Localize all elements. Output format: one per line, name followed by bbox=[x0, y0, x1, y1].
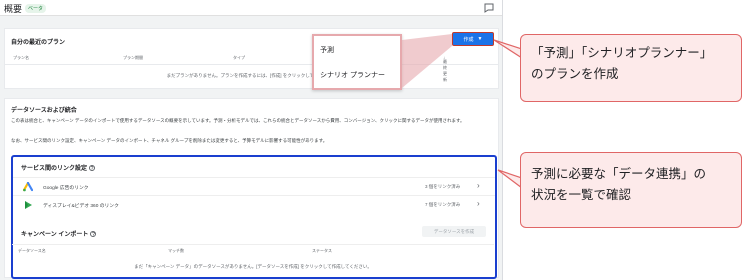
callout-data-line-2: 状況を一覧で確認 bbox=[531, 188, 632, 202]
menu-item-scenario-planner[interactable]: シナリオ プランナー bbox=[320, 70, 385, 80]
create-data-source-button[interactable]: データソースを作成 bbox=[422, 226, 486, 237]
data-sources-title: データソースおよび統合 bbox=[11, 108, 77, 114]
campaign-import-title: キャンペーン インポート? bbox=[21, 231, 97, 238]
feedback-icon[interactable] bbox=[483, 2, 495, 14]
display-video-360-icon bbox=[25, 201, 32, 209]
data-sources-description: この表は統合と、キャンペーン データのインポートで使用するデータソースの概要を示… bbox=[11, 118, 465, 123]
link-status: 7 個をリンク済み bbox=[425, 202, 461, 207]
help-icon[interactable]: ? bbox=[89, 165, 96, 172]
service-links-section: サービス間のリンク設定? Google 広告のリンク 3 個をリンク済み › デ… bbox=[11, 155, 497, 279]
link-name: ディスプレイ&ビデオ 360 のリンク bbox=[43, 204, 119, 209]
plans-table-header: プラン名 プラン期間 タイプ 予算の 最終更新 ↓ bbox=[5, 51, 498, 82]
create-plan-button[interactable]: 作成 ▼ bbox=[452, 32, 494, 46]
col-match-count: マッチ数 bbox=[168, 248, 184, 253]
google-ads-icon bbox=[23, 182, 33, 192]
recent-plans-card: 自分の最近のプラン プラン名 プラン期間 タイプ 予算の 最終更新 ↓ まだプラ… bbox=[4, 28, 499, 89]
plans-empty-message: まだプランがありません。プランを作成するには、[作成] をクリックしてください。 bbox=[166, 73, 337, 78]
caret-down-icon: ▼ bbox=[477, 36, 483, 42]
google-ads-link-row[interactable]: Google 広告のリンク 3 個をリンク済み › bbox=[13, 177, 495, 195]
col-last-updated[interactable]: 最終更新 ↓ bbox=[443, 55, 447, 82]
campaign-import-empty-message: まだ「キャンペーン データ」のデータソースがありません。[データソースを作成] … bbox=[134, 264, 372, 269]
callout-data-integration: 予測に必要な「データ連携」の 状況を一覧で確認 bbox=[520, 152, 742, 228]
page-title: 概要 bbox=[4, 4, 23, 14]
create-plan-menu: 予測 シナリオ プランナー bbox=[312, 34, 402, 90]
callout-create-plan: 「予測」「シナリオプランナー」 のプランを作成 bbox=[520, 34, 742, 102]
dv360-link-row[interactable]: ディスプレイ&ビデオ 360 のリンク 7 個をリンク済み › bbox=[13, 195, 495, 213]
service-links-title: サービス間のリンク設定? bbox=[21, 165, 96, 172]
col-data-source-name: データソース名 bbox=[18, 248, 46, 253]
menu-item-forecast[interactable]: 予測 bbox=[320, 45, 334, 55]
chevron-right-icon: › bbox=[477, 181, 480, 190]
campaign-import-table-header: データソース名 マッチ数 ステータス bbox=[12, 244, 494, 254]
link-status: 3 個をリンク済み bbox=[425, 184, 461, 189]
col-plan-period: プラン期間 bbox=[123, 55, 143, 60]
page-header: 概要 ベータ bbox=[0, 0, 502, 16]
callout-data-line-1: 予測に必要な「データ連携」の bbox=[531, 167, 707, 181]
chevron-right-icon: › bbox=[477, 199, 480, 208]
link-name: Google 広告のリンク bbox=[43, 186, 89, 191]
screenshot-panel: 概要 ベータ 自分の最近のプラン プラン名 プラン期間 タイプ 予算の 最終更新… bbox=[0, 0, 503, 280]
create-button-label: 作成 bbox=[463, 36, 474, 43]
col-plan-name: プラン名 bbox=[13, 55, 29, 60]
recent-plans-title: 自分の最近のプラン bbox=[11, 40, 66, 46]
col-type: タイプ bbox=[233, 55, 245, 60]
col-status: ステータス bbox=[312, 248, 332, 253]
help-icon[interactable]: ? bbox=[90, 231, 97, 238]
callout-plan-line-2: のプランを作成 bbox=[531, 67, 619, 81]
beta-badge: ベータ bbox=[25, 4, 47, 13]
data-sources-note: なお、サービス間のリンク設定、キャンペーン データのインポート、チャネル グルー… bbox=[11, 138, 328, 143]
callout-plan-line-1: 「予測」「シナリオプランナー」 bbox=[531, 46, 713, 60]
